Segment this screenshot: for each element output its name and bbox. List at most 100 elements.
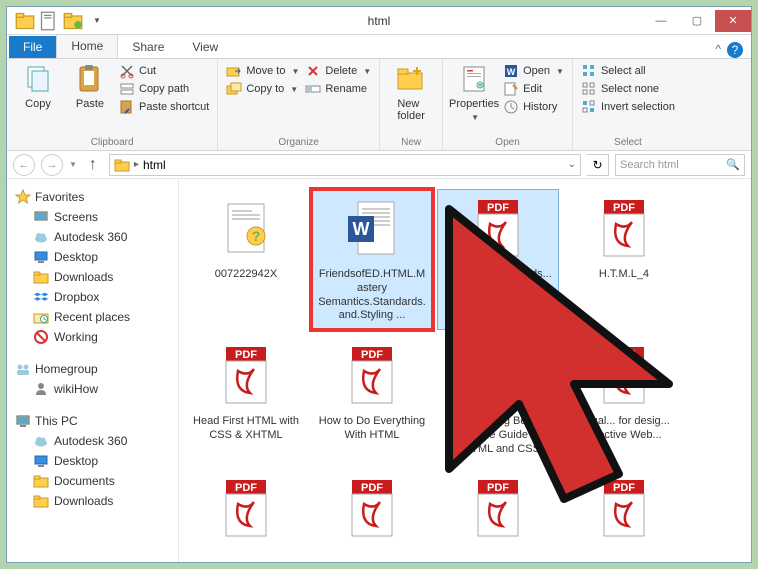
properties-button[interactable]: Properties▼ (451, 63, 497, 135)
nav-item-label: Desktop (54, 454, 98, 468)
file-item[interactable]: PDFHead First HTML with CSS & XHTML (185, 336, 307, 463)
file-content-pane[interactable]: ?007222942XWFriendsofED.HTML.Mastery Sem… (179, 179, 751, 562)
nav-item[interactable]: Downloads (11, 267, 174, 287)
nav-item[interactable]: Dropbox (11, 287, 174, 307)
nav-item[interactable]: Recent places (11, 307, 174, 327)
rename-icon (305, 81, 321, 97)
nav-item[interactable]: Desktop (11, 247, 174, 267)
nav-homegroup: Homegroup wikiHow (11, 359, 174, 399)
tab-view[interactable]: View (178, 36, 232, 58)
qat-dropdown-icon[interactable]: ▼ (87, 11, 107, 31)
file-item[interactable]: PDF (311, 469, 433, 555)
help-button[interactable]: ? (727, 42, 743, 58)
search-placeholder: Search html (620, 159, 722, 171)
new-folder-button[interactable]: New folder (388, 63, 434, 135)
history-icon (503, 99, 519, 115)
explorer-body: Favorites ScreensAutodesk 360DesktopDown… (7, 179, 751, 562)
file-item[interactable]: PDFHTML Dog Best-Practice Guide to XHTML… (437, 336, 559, 463)
nav-item[interactable]: Screens (11, 207, 174, 227)
up-button[interactable]: ↑ (83, 155, 103, 175)
folder-icon (33, 473, 49, 489)
properties-icon[interactable] (39, 11, 59, 31)
history-button[interactable]: History (503, 99, 564, 115)
svg-text:?: ? (252, 228, 261, 244)
copy-path-button[interactable]: Copy path (119, 81, 209, 97)
nav-item[interactable]: Working (11, 327, 174, 347)
svg-text:PDF: PDF (235, 482, 257, 494)
tab-home[interactable]: Home (56, 34, 118, 58)
select-all-button[interactable]: Select all (581, 63, 675, 79)
app-icon (15, 11, 35, 31)
ribbon-group-organize: Move to▼ Copy to▼ Delete▼ Rename Organiz… (218, 59, 380, 150)
desktop-icon (33, 453, 49, 469)
open-button[interactable]: WOpen▼ (503, 63, 564, 79)
nav-favorites-header[interactable]: Favorites (11, 187, 174, 207)
copy-to-button[interactable]: Copy to▼ (226, 81, 299, 97)
svg-text:W: W (507, 67, 516, 77)
file-item[interactable]: PDFH.T.M.L_4 (563, 189, 685, 330)
address-dropdown-icon[interactable]: ⌄ (568, 159, 576, 170)
file-item[interactable]: PDF (563, 469, 685, 555)
rename-button[interactable]: Rename (305, 81, 371, 97)
invert-selection-button[interactable]: Invert selection (581, 99, 675, 115)
search-input[interactable]: Search html 🔍 (615, 154, 745, 176)
nav-item[interactable]: Autodesk 360 (11, 431, 174, 451)
breadcrumb-segment[interactable]: html (143, 158, 166, 172)
cut-icon (119, 63, 135, 79)
address-bar: ← → ▼ ↑ ▸ html ⌄ ↻ Search html 🔍 (7, 151, 751, 179)
nav-homegroup-header[interactable]: Homegroup (11, 359, 174, 379)
nav-thispc-header[interactable]: This PC (11, 411, 174, 431)
copy-button[interactable]: Copy (15, 63, 61, 135)
minimize-button[interactable]: — (643, 10, 679, 32)
nav-thispc: This PC Autodesk 360 Desktop Documents Down… (11, 411, 174, 511)
edit-button[interactable]: Edit (503, 81, 564, 97)
delete-button[interactable]: Delete▼ (305, 63, 371, 79)
pdf-file-icon: PDF (214, 343, 278, 411)
copy-path-icon (119, 81, 135, 97)
paste-button[interactable]: Paste (67, 63, 113, 135)
file-grid: ?007222942XWFriendsofED.HTML.Mastery Sem… (185, 189, 745, 555)
folder-icon (33, 493, 49, 509)
nav-item[interactable]: Downloads (11, 491, 174, 511)
file-item[interactable]: PDF...fED.HTM Se... rds... (437, 189, 559, 330)
forward-button[interactable]: → (41, 154, 63, 176)
history-dropdown-icon[interactable]: ▼ (69, 160, 77, 169)
back-button[interactable]: ← (13, 154, 35, 176)
cloud-icon (33, 433, 49, 449)
nav-item[interactable]: Desktop (11, 451, 174, 471)
nav-item[interactable]: wikiHow (11, 379, 174, 399)
file-item[interactable]: PDFHow to Do Everything With HTML (311, 336, 433, 463)
tab-share[interactable]: Share (118, 36, 178, 58)
new-folder-icon (395, 63, 427, 95)
select-none-button[interactable]: Select none (581, 81, 675, 97)
invert-selection-icon (581, 99, 597, 115)
cut-button[interactable]: Cut (119, 63, 209, 79)
svg-text:PDF: PDF (487, 349, 509, 361)
file-item[interactable]: ?007222942X (185, 189, 307, 330)
dropbox-icon (33, 289, 49, 305)
file-item[interactable]: PDF (437, 469, 559, 555)
nav-item-label: Dropbox (54, 290, 99, 304)
nav-item-label: Documents (54, 474, 115, 488)
nav-item[interactable]: Documents (11, 471, 174, 491)
file-item[interactable]: PDF (185, 469, 307, 555)
file-tab[interactable]: File (9, 36, 56, 58)
file-item[interactable]: WFriendsofED.HTML.Mastery Semantics.Stan… (311, 189, 433, 330)
screen-icon (33, 209, 49, 225)
new-folder-icon[interactable] (63, 11, 83, 31)
file-item[interactable]: PDFvisual... for desig... effective Web.… (563, 336, 685, 463)
window-controls: — ▢ ✕ (643, 10, 751, 32)
move-to-button[interactable]: Move to▼ (226, 63, 299, 79)
paste-shortcut-button[interactable]: Paste shortcut (119, 99, 209, 115)
search-icon: 🔍 (726, 158, 740, 171)
ribbon-collapse-button[interactable]: ^ (715, 42, 721, 58)
nav-item-label: Downloads (54, 494, 113, 508)
refresh-button[interactable]: ↻ (587, 154, 609, 176)
address-field[interactable]: ▸ html ⌄ (109, 154, 581, 176)
nav-item[interactable]: Autodesk 360 (11, 227, 174, 247)
close-button[interactable]: ✕ (715, 10, 751, 32)
file-label: ...fED.HTM Se... rds... (444, 268, 552, 282)
folder-icon (114, 157, 130, 173)
navigation-pane[interactable]: Favorites ScreensAutodesk 360DesktopDown… (7, 179, 179, 562)
maximize-button[interactable]: ▢ (679, 10, 715, 32)
